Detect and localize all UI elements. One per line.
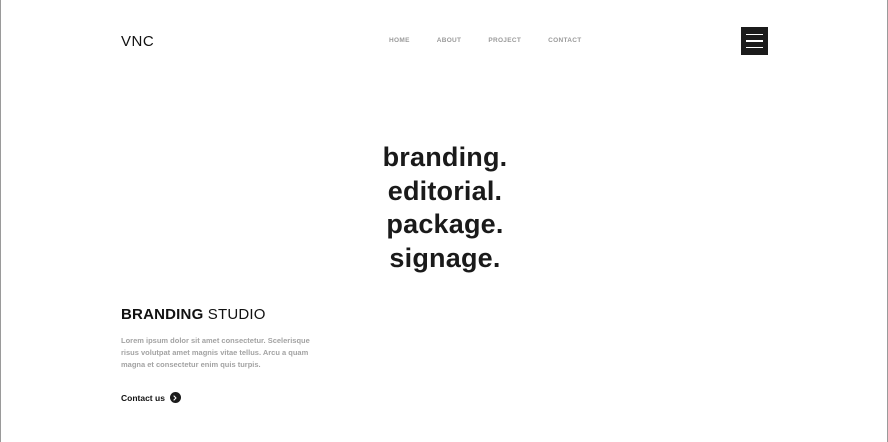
hero-headline: branding. editorial. package. signage.	[1, 141, 888, 275]
hero-line-signage: signage.	[389, 242, 501, 273]
page: VNC HOME ABOUT PROJECT CONTACT branding.…	[0, 0, 888, 442]
hamburger-menu-icon[interactable]	[741, 27, 768, 55]
menu-bar	[746, 33, 763, 36]
nav-about[interactable]: ABOUT	[437, 37, 462, 45]
studio-title: BRANDING STUDIO	[121, 306, 266, 323]
nav-contact[interactable]: CONTACT	[548, 37, 581, 45]
studio-title-bold: BRANDING	[121, 306, 204, 323]
nav-project[interactable]: PROJECT	[488, 37, 521, 45]
logo[interactable]: VNC	[121, 33, 154, 50]
contact-us-label: Contact us	[121, 392, 165, 403]
studio-title-rest: STUDIO	[203, 306, 266, 323]
studio-description: Lorem ipsum dolor sit amet consectetur. …	[121, 336, 310, 369]
menu-bar	[746, 40, 763, 42]
hero-line-package: package.	[386, 209, 504, 239]
chevron-right-icon	[169, 392, 181, 403]
main-nav: HOME ABOUT PROJECT CONTACT	[389, 37, 609, 45]
contact-us-link[interactable]: Contact us	[121, 392, 181, 403]
menu-bar	[746, 46, 763, 49]
hero-line-editorial: editorial.	[387, 175, 503, 206]
nav-home[interactable]: HOME	[389, 37, 410, 45]
hero-line-branding: branding.	[382, 142, 508, 172]
